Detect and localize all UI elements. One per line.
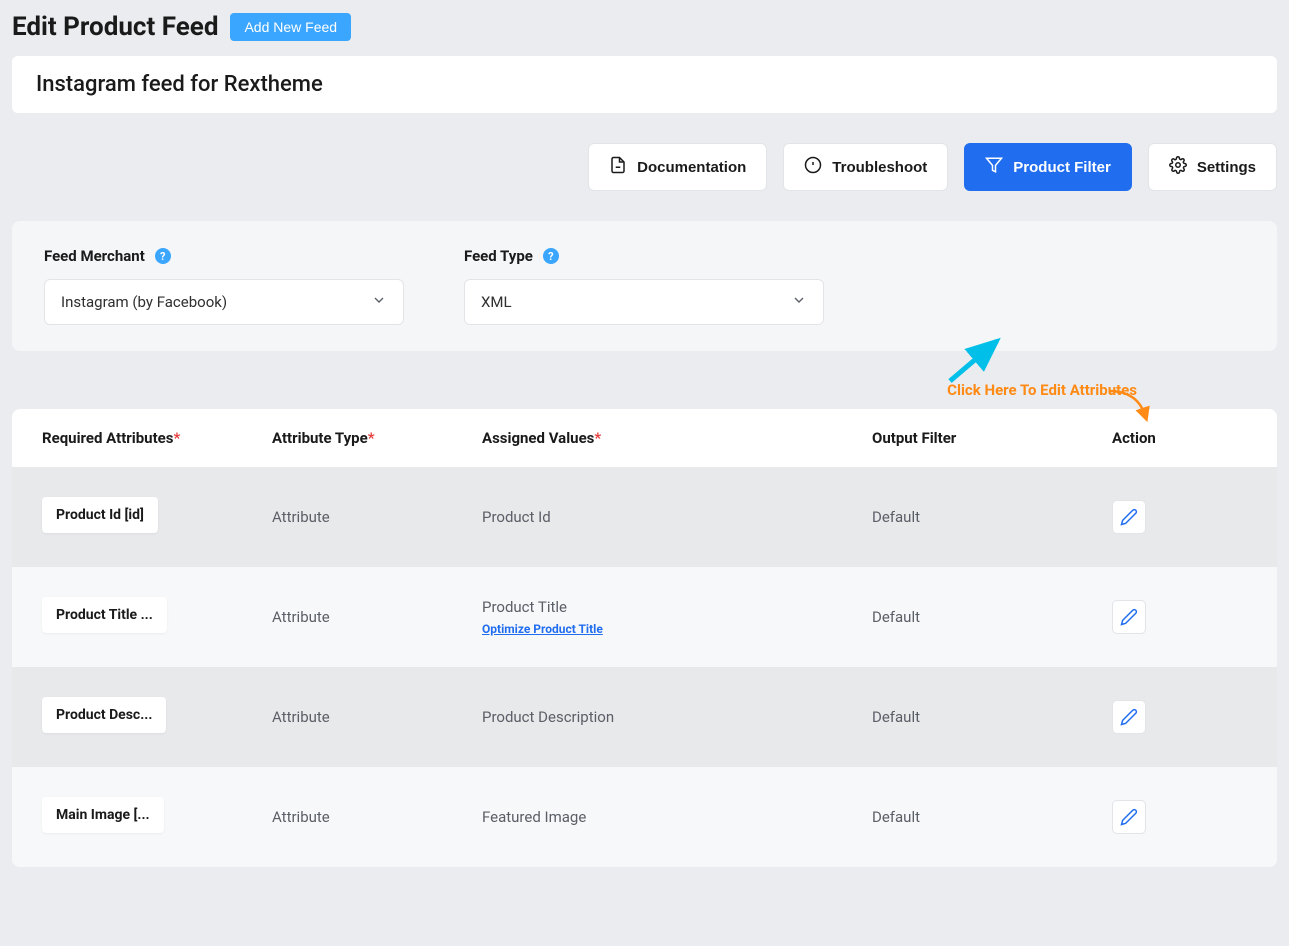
attribute-pill[interactable]: Product Id [id] (42, 497, 158, 533)
attr-type-cell: Attribute (272, 808, 482, 826)
feed-type-value: XML (481, 293, 512, 311)
assigned-value-cell: Product Id (482, 508, 872, 526)
edit-row-button[interactable] (1112, 500, 1146, 534)
th-action: Action (1112, 429, 1277, 447)
th-attr-type: Attribute Type (272, 429, 368, 447)
required-star: * (368, 429, 375, 447)
troubleshoot-button[interactable]: Troubleshoot (783, 143, 948, 191)
settings-button[interactable]: Settings (1148, 143, 1277, 191)
chevron-down-icon (791, 292, 807, 312)
th-assigned: Assigned Values (482, 429, 594, 447)
page-title: Edit Product Feed (12, 12, 218, 42)
troubleshoot-label: Troubleshoot (832, 159, 927, 176)
alert-icon (804, 156, 822, 178)
assigned-value-cell: Product Title (482, 598, 872, 616)
required-star: * (173, 429, 180, 447)
required-star: * (594, 429, 601, 447)
assigned-value-cell: Product Description (482, 708, 872, 726)
chevron-down-icon (371, 292, 387, 312)
feed-name-input[interactable]: Instagram feed for Rextheme (36, 72, 1253, 97)
product-filter-button[interactable]: Product Filter (964, 143, 1132, 191)
filter-icon (985, 156, 1003, 178)
toolbar: Documentation Troubleshoot Product Filte… (12, 143, 1277, 191)
output-filter-cell: Default (872, 508, 1112, 526)
edit-row-button[interactable] (1112, 600, 1146, 634)
output-filter-cell: Default (872, 808, 1112, 826)
optimize-link[interactable]: Optimize Product Title (482, 622, 872, 636)
attributes-table: Required Attributes* Attribute Type* Ass… (12, 409, 1277, 867)
product-filter-label: Product Filter (1013, 159, 1111, 176)
attribute-pill[interactable]: Product Desc... (42, 697, 166, 733)
config-panel: Feed Merchant ? Instagram (by Facebook) … (12, 221, 1277, 351)
output-filter-cell: Default (872, 708, 1112, 726)
document-icon (609, 156, 627, 178)
th-output-filter: Output Filter (872, 429, 1112, 447)
attribute-pill[interactable]: Main Image [... (42, 797, 164, 833)
attribute-pill[interactable]: Product Title ... (42, 597, 167, 633)
feed-type-label: Feed Type (464, 247, 533, 265)
feed-name-container: Instagram feed for Rextheme (12, 56, 1277, 113)
feed-merchant-label: Feed Merchant (44, 247, 145, 265)
table-row: Product Title ... AttributeProduct Title O… (12, 567, 1277, 667)
documentation-label: Documentation (637, 159, 746, 176)
table-header: Required Attributes* Attribute Type* Ass… (12, 409, 1277, 467)
gear-icon (1169, 156, 1187, 178)
th-required: Required Attributes (42, 429, 173, 447)
table-row: Product Desc... AttributeProduct Descript… (12, 667, 1277, 767)
table-row: Main Image [... AttributeFeatured ImageDe… (12, 767, 1277, 867)
settings-label: Settings (1197, 159, 1256, 176)
attr-type-cell: Attribute (272, 508, 482, 526)
attr-type-cell: Attribute (272, 708, 482, 726)
help-icon[interactable]: ? (543, 248, 559, 264)
add-new-feed-button[interactable]: Add New Feed (230, 13, 351, 41)
assigned-value-cell: Featured Image (482, 808, 872, 826)
attr-type-cell: Attribute (272, 608, 482, 626)
feed-type-select[interactable]: XML (464, 279, 824, 325)
annotation-curved-arrow-icon (1107, 383, 1157, 423)
table-row: Product Id [id] AttributeProduct IdDefaul… (12, 467, 1277, 567)
edit-row-button[interactable] (1112, 800, 1146, 834)
feed-merchant-select[interactable]: Instagram (by Facebook) (44, 279, 404, 325)
output-filter-cell: Default (872, 608, 1112, 626)
documentation-button[interactable]: Documentation (588, 143, 767, 191)
help-icon[interactable]: ? (155, 248, 171, 264)
edit-row-button[interactable] (1112, 700, 1146, 734)
feed-merchant-value: Instagram (by Facebook) (61, 293, 227, 311)
